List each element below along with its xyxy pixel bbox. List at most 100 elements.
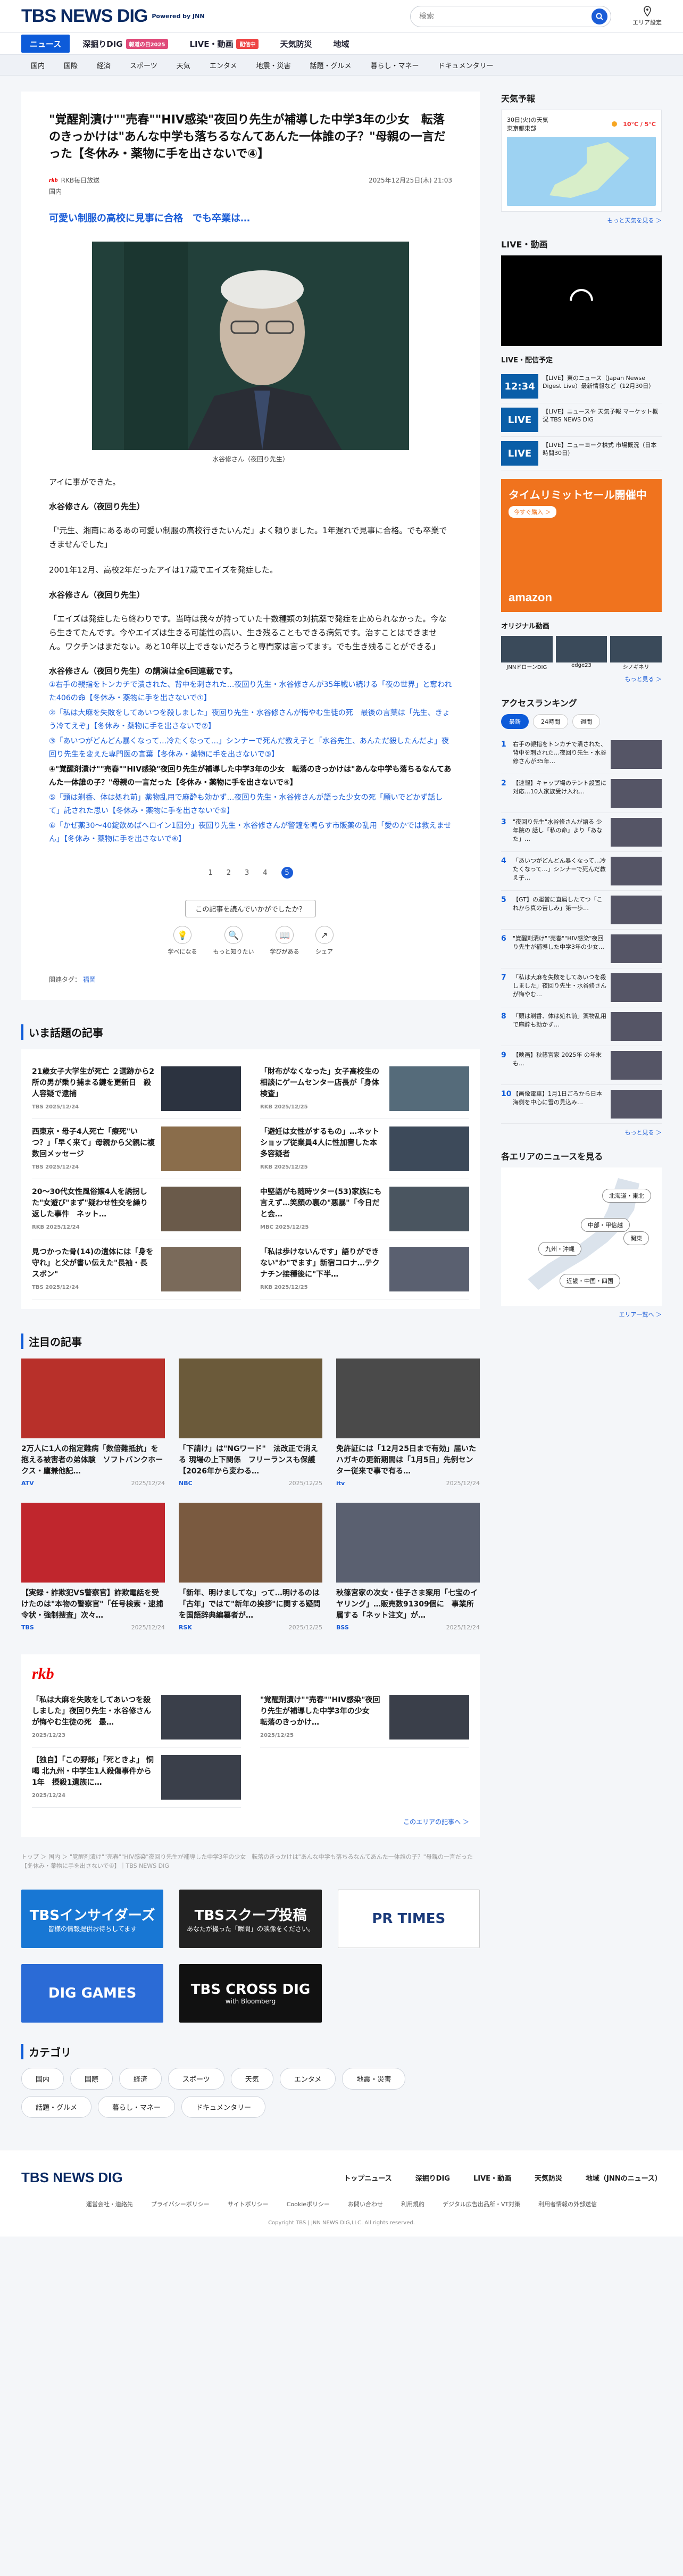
featured-card[interactable]: 免許証には「12月25日まで有効」届いたハガキの更新期間は「1月5日」先例センタ… — [336, 1359, 480, 1487]
reaction-button[interactable]: 🔍 もっと知りたい — [213, 926, 254, 956]
subnav-item[interactable]: スポーツ — [120, 60, 167, 70]
footer-nav-link[interactable]: LIVE・動画 — [473, 2173, 511, 2183]
footer-nav-link[interactable]: 地域（JNNのニュース） — [586, 2173, 662, 2183]
reaction-button[interactable]: ↗ シェア — [315, 926, 334, 956]
ranking-item[interactable]: 5 【GT】の運営に直属したてつ「これから真の苦しみ」第一歩… — [501, 891, 662, 930]
hot-card[interactable]: 「避妊は女性がするもの」…ネットショップ従業員4人に性加害した本多容疑者 RKB … — [260, 1119, 469, 1180]
nav-item-4[interactable]: 地域 — [324, 35, 357, 53]
live-item[interactable]: 12:34 【LIVE】東のニュース（Japan Newse Digest Liv… — [501, 370, 662, 403]
rkb-card[interactable]: 【独自】「この野郎」「死ときよ」 恫喝 北九州・中学生1人殺傷事件から1年 摂殺… — [32, 1747, 241, 1808]
series-link[interactable]: ①右手の親指をトンカチで潰された、背中を刺された…夜回り先生・水谷修さんが35年… — [49, 678, 452, 705]
subnav-item[interactable]: 国内 — [21, 60, 54, 70]
series-link[interactable]: ⑤「頭は剃香、体は処れ前」薬物乱用で麻酔も効かず…夜回り先生・水谷修さんが語った… — [49, 791, 452, 817]
article-source[interactable]: rkb RKB毎日放送 — [49, 176, 99, 185]
page-link[interactable]: 2 — [227, 869, 231, 877]
banner[interactable]: PR TIMES — [337, 1890, 480, 1949]
footer-sub-link[interactable]: デジタル広告出品所・VT対策 — [443, 2200, 520, 2208]
hot-card[interactable]: 21歳女子大学生が死亡 ２選跡から2所の男が乗り捕まる鍵を更新日 殺人容疑で逮捕… — [32, 1059, 241, 1120]
ranking-tab[interactable]: 週間 — [572, 714, 600, 729]
series-link[interactable]: ②「私は大麻を失敗をしてあいつを殺しました」夜回り先生・水谷修さんが悔やむ生徒の… — [49, 707, 452, 733]
ranking-item[interactable]: 2 【速報】キャップ場のテント設置に 対応…10人家族受け入れ… — [501, 774, 662, 813]
featured-card[interactable]: 秋篠宮家の次女・佳子さま案用「七宝のイヤリング」…販売数91309個に 事業所属… — [336, 1503, 480, 1631]
footer-nav-link[interactable]: 天気防災 — [535, 2173, 562, 2183]
footer-nav-link[interactable]: 深掘りDIG — [415, 2173, 450, 2183]
subnav-item[interactable]: 経済 — [87, 60, 120, 70]
search-button[interactable] — [592, 8, 607, 24]
footer-sub-link[interactable]: Cookieポリシー — [287, 2200, 330, 2208]
featured-card[interactable]: 【実録・詐欺犯VS警察官】詐欺電話を受けたのは"本物の警察官"「任号検索・逮捕令… — [21, 1503, 165, 1631]
original-video[interactable]: JNNドローンDIG — [501, 636, 553, 670]
area-button[interactable]: 北海道・東北 — [602, 1189, 651, 1203]
ad-buy-button[interactable]: 今すぐ購入 ＞ — [509, 506, 556, 518]
category-chip[interactable]: 暮らし・マネー — [98, 2096, 176, 2118]
nav-item-1[interactable]: 深掘りDIG 報道の日2025 — [74, 35, 177, 53]
banner[interactable]: TBS CROSS DIG with Bloomberg — [179, 1964, 322, 2023]
ranking-item[interactable]: 4 「あいつがどんどん暴くなって…冷たくなって…」シンナーで死んだ教え子… — [501, 852, 662, 891]
hot-card[interactable]: 中堅語がも随時ツター(53)家族にも言えず…笑顔の裏の"悪暴"「今日だと会… MB… — [260, 1179, 469, 1240]
site-logo[interactable]: TBS NEWS DIG Powered by JNN — [21, 6, 205, 27]
banner[interactable]: TBSスクープ投稿 あなたが撮った「瞬間」の映像をください。 — [179, 1890, 322, 1949]
ranking-item[interactable]: 8 「頭は剃香、体は処れ前」薬物乱用で麻酔も効かず… — [501, 1007, 662, 1046]
nav-item-0[interactable]: ニュース — [21, 35, 70, 53]
hot-card[interactable]: 「私は歩けないんです」語りができない"わ"でます」新宿コロナ…テクナチン接種後に… — [260, 1239, 469, 1300]
category-chip[interactable]: ドキュメンタリー — [181, 2096, 266, 2118]
ranking-item[interactable]: 6 "覚醒剤漬け""売春""HIV感染"夜回り先生が補導した中学3年の少女… — [501, 930, 662, 968]
footer-sub-link[interactable]: 利用者情報の外部送信 — [538, 2200, 597, 2208]
footer-nav-link[interactable]: トップニュース — [344, 2173, 392, 2183]
area-button[interactable]: 近畿・中国・四国 — [560, 1274, 620, 1288]
area-button[interactable]: 関東 — [623, 1231, 649, 1245]
ranking-item[interactable]: 10 【画像電車】1月1日ごろから日本海側を中心に雪の見込み… — [501, 1085, 662, 1124]
article-category[interactable]: 国内 — [49, 187, 452, 196]
hot-card[interactable]: 西東京・母子4人死亡「療死"いつ？」「早く来て」母親から父親に複数回メッセージ T… — [32, 1119, 241, 1180]
area-setting-button[interactable]: エリア設定 — [632, 6, 662, 27]
tag-link[interactable]: 福岡 — [83, 976, 96, 983]
ranking-more-link[interactable]: もっと見る ＞ — [501, 1128, 662, 1137]
rkb-card[interactable]: "覚醒剤漬け""売春""HIV感染"夜回り先生が補導した中学3年の少女 転落のき… — [260, 1687, 469, 1748]
area-button[interactable]: 中部・甲信越 — [581, 1218, 630, 1232]
footer-sub-link[interactable]: 利用規約 — [401, 2200, 424, 2208]
original-more-link[interactable]: もっと見る ＞ — [501, 675, 662, 683]
ad-banner[interactable]: タイムリミットセール開催中 今すぐ購入 ＞ amazon — [501, 479, 662, 612]
banner[interactable]: DIG GAMES — [21, 1964, 164, 2023]
subnav-item[interactable]: 天気 — [167, 60, 200, 70]
ranking-item[interactable]: 3 "夜回り先生"水谷修さんが語る 少年院の 話し「私の命」より「あなた」… — [501, 813, 662, 852]
live-item[interactable]: LIVE 【LIVE】ニュースや 天気予報 マーケット概況 TBS NEWS DI… — [501, 403, 662, 437]
category-chip[interactable]: 経済 — [119, 2068, 162, 2090]
nav-item-2[interactable]: LIVE・動画 配信中 — [181, 35, 267, 53]
footer-sub-link[interactable]: サイトポリシー — [228, 2200, 269, 2208]
subnav-item[interactable]: エンタメ — [200, 60, 247, 70]
ranking-item[interactable]: 7 「私は大麻を失敗をしてあいつを殺しました」夜回り先生・水谷修さんが悔やむ… — [501, 968, 662, 1007]
category-chip[interactable]: 話題・グルメ — [21, 2096, 92, 2118]
subnav-item[interactable]: 地震・災害 — [246, 60, 300, 70]
category-chip[interactable]: 国際 — [70, 2068, 113, 2090]
series-link[interactable]: ④"覚醒剤漬け""売春""HIV感染"夜回り先生が補導した中学3年の少女 転落の… — [49, 763, 452, 789]
reaction-button[interactable]: 💡 学べになる — [168, 926, 197, 956]
category-chip[interactable]: エンタメ — [279, 2068, 336, 2090]
page-link[interactable]: 4 — [263, 869, 267, 877]
rkb-card[interactable]: 「私は大麻を失敗をしてあいつを殺しました」夜回り先生・水谷修さんが悔やむ生徒の死… — [32, 1687, 241, 1748]
weather-more-link[interactable]: もっと天気を見る ＞ — [501, 216, 662, 225]
series-link[interactable]: ③「あいつがどんどん暴くなって…冷たくなって…」シンナーで死んだ教え子と「水谷先… — [49, 735, 452, 761]
featured-card[interactable]: 2万人に1人の指定難病「数倍難抵抗」を抱える被害者の弟体験 ソフトバンクホークス… — [21, 1359, 165, 1487]
rkb-more-link[interactable]: このエリアの記事へ ＞ — [32, 1817, 469, 1826]
search-input[interactable] — [419, 12, 592, 21]
series-link[interactable]: ⑥「かぜ薬30〜40錠飲めばヘロイン1回分」夜回り先生・水谷修さんが警鐘を鳴らす… — [49, 819, 452, 846]
footer-sub-link[interactable]: 運営会社・連絡先 — [86, 2200, 133, 2208]
page-link[interactable]: 5 — [281, 867, 293, 879]
featured-card[interactable]: 「新年、明けましてな」って…明けるのは「古年」ではて"新年の挨拶"に関する疑問を… — [179, 1503, 322, 1631]
area-more-link[interactable]: エリア一覧へ ＞ — [501, 1310, 662, 1319]
weather-card[interactable]: 30日(火)の天気 東京都東部 10°C / 5°C — [501, 110, 662, 212]
category-chip[interactable]: スポーツ — [168, 2068, 224, 2090]
ranking-tab[interactable]: 24時間 — [533, 714, 568, 729]
ranking-item[interactable]: 1 右手の親指をトンカチで潰された、背中を刺された…夜回り先生・水谷修さんが35年… — [501, 735, 662, 774]
footer-sub-link[interactable]: お問い合わせ — [348, 2200, 383, 2208]
subnav-item[interactable]: ドキュメンタリー — [428, 60, 503, 70]
page-link[interactable]: 3 — [245, 869, 249, 877]
reaction-button[interactable]: 📖 学びがある — [270, 926, 299, 956]
hot-card[interactable]: 見つかった骨(14)の遺体には「身を守れ」と父が書い伝えた"長袖・長スボン" TB… — [32, 1239, 241, 1300]
subnav-item[interactable]: 話題・グルメ — [300, 60, 361, 70]
category-chip[interactable]: 天気 — [230, 2068, 273, 2090]
original-video[interactable]: シノギネリ — [610, 636, 662, 670]
ranking-item[interactable]: 9 【映画】秋篠宮家 2025年 の年末も… — [501, 1046, 662, 1085]
footer-logo[interactable]: TBS NEWS DIG — [21, 2169, 123, 2186]
